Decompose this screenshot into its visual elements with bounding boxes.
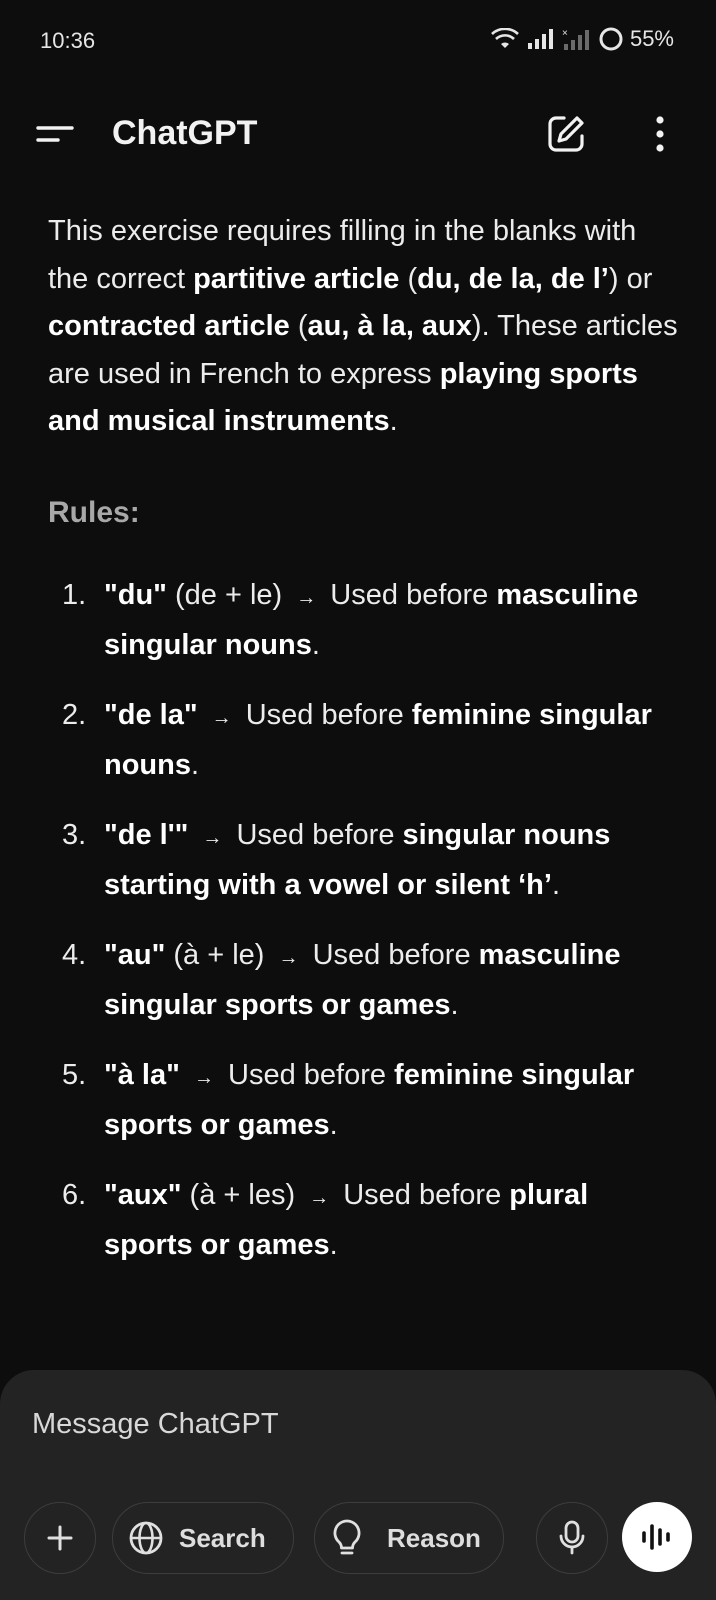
rule-text: Used before (322, 578, 497, 611)
lightbulb-icon (333, 1519, 361, 1555)
rule-term: "au" (104, 938, 166, 971)
rule-note: (de + le) (166, 578, 291, 611)
rule-item: 6. "aux" (à + les) → Used before plural s… (48, 1172, 678, 1270)
rule-text: Used before (335, 1178, 510, 1211)
rule-end: . (311, 629, 320, 661)
more-options-button[interactable] (648, 112, 672, 156)
dictate-button[interactable] (536, 1502, 608, 1574)
rule-term: "de l'" (104, 818, 189, 851)
signal-icon (527, 29, 553, 49)
new-chat-button[interactable] (544, 112, 588, 156)
battery-percent: 55% (629, 26, 674, 51)
rule-term: "du" (104, 578, 167, 611)
new-chat-icon (548, 116, 584, 152)
rule-end: . (551, 869, 561, 901)
intro-bold-text: du, de la, de l’ (417, 262, 609, 295)
intro-text: ( (289, 310, 308, 342)
message-input[interactable] (32, 1408, 632, 1441)
rule-item: 2. "de la" → Used before feminine singula… (48, 692, 678, 790)
rule-number: 5. (62, 1058, 87, 1091)
rules-list: 1. "du" (de + le) → Used before masculine… (48, 572, 678, 1270)
attach-button[interactable] (24, 1502, 96, 1574)
intro-text: ) or (608, 262, 653, 295)
rule-arrow: → (278, 946, 299, 969)
rule-term: "de la" (104, 698, 198, 731)
rule-note (198, 699, 206, 731)
rule-item: 3. "de l'" → Used before singular nouns s… (48, 812, 678, 910)
rule-term: "aux" (104, 1178, 182, 1211)
composer-toolbar: Search Reason (0, 1502, 716, 1574)
rule-item: 1. "du" (de + le) → Used before masculine… (48, 572, 678, 670)
rule-arrow: → (202, 826, 223, 849)
battery-icon (599, 27, 623, 51)
app-title[interactable]: ChatGPT (112, 114, 257, 153)
rule-arrow: → (193, 1066, 214, 1089)
rule-number: 4. (62, 938, 87, 971)
intro-bold-text: partitive article (193, 262, 400, 295)
rule-arrow: → (211, 706, 232, 729)
rule-arrow: → (309, 1186, 330, 1209)
rule-number: 1. (62, 578, 87, 611)
rule-number: 2. (62, 698, 87, 731)
menu-button[interactable] (28, 114, 76, 154)
message-composer: Search Reason (0, 1370, 716, 1600)
menu-icon (36, 126, 74, 142)
rules-heading: Rules: (48, 495, 140, 529)
signal-no-service-icon: × (562, 28, 589, 50)
rule-text: Used before (219, 1058, 395, 1091)
rule-end: . (329, 1229, 338, 1261)
rule-note (180, 1059, 188, 1091)
status-time: 10:36 (40, 28, 96, 53)
svg-text:×: × (562, 28, 568, 39)
voice-mode-button[interactable] (622, 1502, 692, 1572)
reason-label: Reason (387, 1522, 481, 1553)
globe-icon (129, 1521, 163, 1555)
intro-text: . (389, 405, 398, 437)
plus-icon (47, 1525, 73, 1551)
rule-end: . (450, 989, 459, 1021)
rule-note (188, 819, 196, 851)
rule-text: Used before (304, 938, 479, 971)
rule-item: 5. "à la" → Used before feminine singular… (48, 1052, 678, 1150)
search-label: Search (179, 1522, 266, 1553)
intro-bold-text: au, à la, aux (307, 310, 472, 342)
intro-text: ( (399, 262, 418, 295)
status-icons: × 55% (490, 26, 674, 52)
rule-end: . (191, 749, 200, 781)
app-header: ChatGPT (0, 96, 716, 172)
rule-item: 4. "au" (à + le) → Used before masculine … (48, 932, 678, 1030)
rule-end: . (329, 1109, 338, 1141)
microphone-icon (559, 1520, 585, 1555)
rule-note: (à + le) (165, 938, 273, 971)
intro-bold-text: contracted article (48, 310, 290, 342)
voice-waveform-icon (642, 1524, 670, 1550)
more-vertical-icon (656, 116, 664, 152)
rule-text: Used before (228, 818, 403, 851)
rule-number: 6. (62, 1178, 87, 1211)
rule-arrow: → (296, 586, 317, 609)
wifi-icon (491, 28, 519, 48)
rule-number: 3. (62, 818, 87, 851)
rule-note: (à + les) (181, 1178, 304, 1211)
reason-button[interactable]: Reason (314, 1502, 504, 1574)
rule-text: Used before (237, 698, 412, 731)
status-bar: 10:36 × 55% (0, 0, 716, 84)
assistant-message: This exercise requires filling in the bl… (48, 208, 678, 1292)
rule-term: "à la" (104, 1058, 180, 1091)
intro-paragraph: This exercise requires filling in the bl… (48, 208, 678, 446)
search-button[interactable]: Search (112, 1502, 294, 1574)
